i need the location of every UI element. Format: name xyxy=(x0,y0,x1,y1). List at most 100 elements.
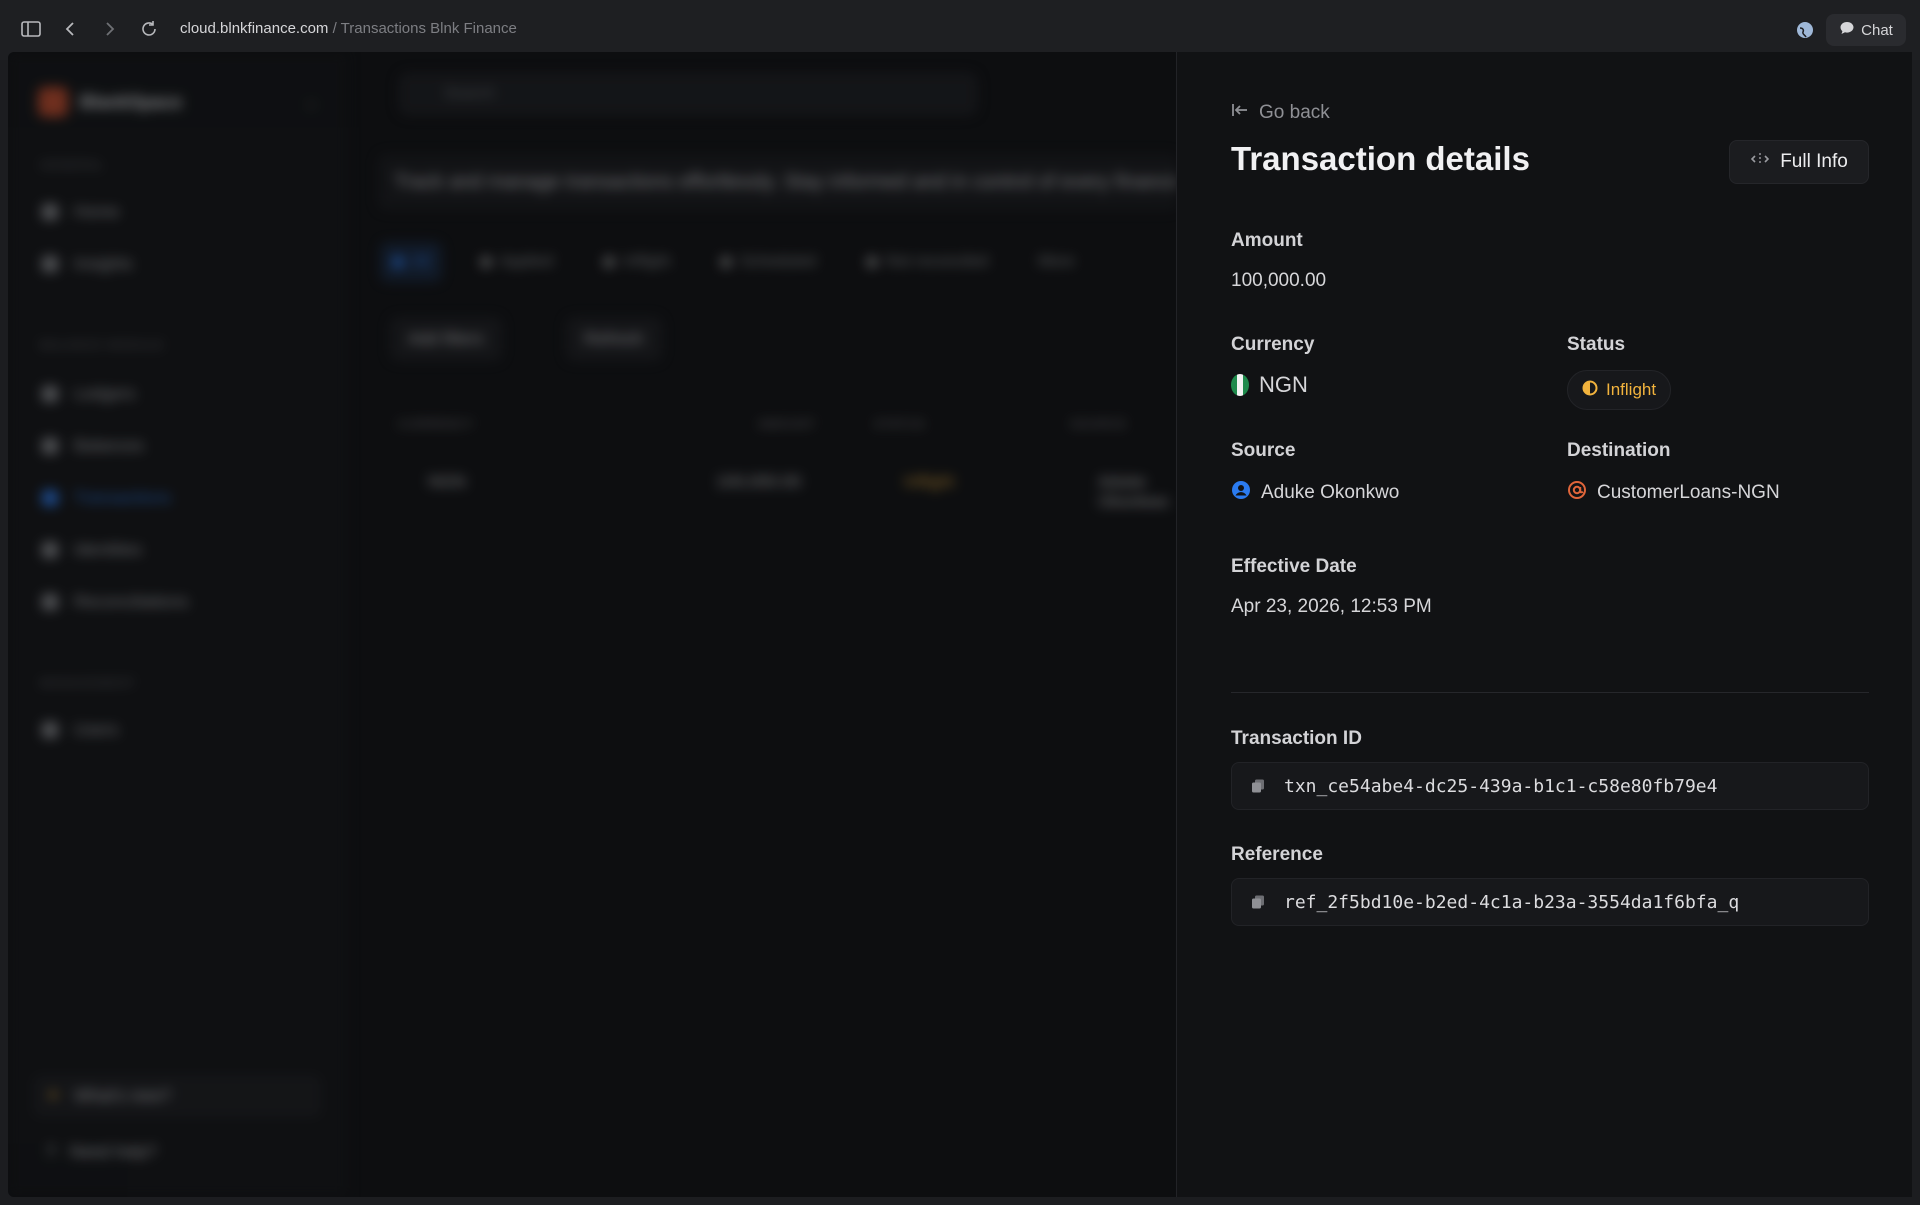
reference-field[interactable]: ref_2f5bd10e-b2ed-4c1a-b23a-3554da1f6bfa… xyxy=(1231,878,1869,926)
transaction-details-panel: Go back Transaction details Full Info Am… xyxy=(1176,52,1912,1197)
search-input[interactable]: Search xyxy=(398,72,978,116)
tab-not-reconciled[interactable]: Not reconciled xyxy=(854,242,1000,282)
column-header-amount: AMOUNT xyxy=(758,417,816,431)
search-placeholder: Search xyxy=(444,85,495,102)
at-sign-icon xyxy=(1567,480,1587,506)
arrow-left-bar-icon xyxy=(1231,102,1249,124)
destination-label: Destination xyxy=(1567,440,1671,461)
workspace-switcher[interactable]: BlankSpace ⌄ xyxy=(38,82,318,122)
balances-icon xyxy=(42,438,58,454)
sidebar-item-home[interactable]: Home xyxy=(42,202,119,222)
add-filters-button[interactable]: Add filters xyxy=(390,317,502,361)
status-label: Status xyxy=(1567,334,1626,355)
reference-label: Reference xyxy=(1231,844,1323,865)
table-row-currency: NGN xyxy=(428,472,466,491)
copy-icon[interactable] xyxy=(1250,778,1266,794)
currency-code: NGN xyxy=(1259,372,1308,397)
section-label-general: GENERAL xyxy=(40,158,105,172)
full-info-label: Full Info xyxy=(1780,151,1848,172)
forward-arrow-icon[interactable] xyxy=(98,18,122,42)
go-back-link[interactable]: Go back xyxy=(1231,102,1330,124)
browser-toolbar: cloud.blnkfinance.com / Transactions Bln… xyxy=(0,0,1920,60)
back-arrow-icon[interactable] xyxy=(60,18,84,42)
source-label: Source xyxy=(1231,440,1296,461)
sidebar-item-balances[interactable]: Balances xyxy=(42,436,144,456)
currency-value: NGN xyxy=(1231,372,1308,398)
sidebar-item-transactions[interactable]: Transactions xyxy=(42,488,171,508)
tab-scheduled[interactable]: Scheduled xyxy=(708,242,828,282)
whats-new-button[interactable]: ✦ What's new? xyxy=(32,1074,322,1118)
user-circle-icon xyxy=(1231,480,1251,506)
amount-value: 100,000.00 xyxy=(1231,270,1327,291)
effective-date-label: Effective Date xyxy=(1231,556,1357,577)
tab-dot-icon xyxy=(603,256,616,268)
insights-icon xyxy=(42,256,58,272)
transactions-main: Search Track and manage transactions eff… xyxy=(358,52,1178,1197)
transactions-icon xyxy=(42,490,58,506)
status-tabs: All Applied Inflight Scheduled Not recon… xyxy=(380,242,1087,282)
tab-dot-icon xyxy=(479,256,492,268)
sidebar-item-users[interactable]: Users xyxy=(42,720,118,740)
transaction-id-value: txn_ce54abe4-dc25-439a-b1c1-c58e80fb79e4 xyxy=(1284,775,1718,797)
ledgers-icon xyxy=(42,386,58,402)
url-path: / Transactions Blnk Finance xyxy=(328,20,517,37)
chat-button[interactable]: Chat xyxy=(1826,14,1906,46)
table-row-status: Inflight xyxy=(904,472,955,491)
expand-arrows-icon xyxy=(1750,151,1770,173)
column-header-status: STATUS xyxy=(874,417,926,431)
sidebar-toggle-icon[interactable] xyxy=(20,18,44,42)
transaction-id-label: Transaction ID xyxy=(1231,728,1362,749)
page-title: Transaction details xyxy=(1231,140,1530,177)
section-label-balance-module: BALANCE MODULE xyxy=(40,338,165,352)
chat-bubble-icon xyxy=(1839,20,1855,40)
nigeria-flag-icon xyxy=(1231,374,1249,396)
currency-label: Currency xyxy=(1231,334,1315,355)
column-header-currency: CURRENCY xyxy=(398,417,475,431)
full-info-button[interactable]: Full Info xyxy=(1729,140,1869,184)
page-description: Track and manage transactions effortless… xyxy=(378,154,1178,210)
url-domain: cloud.blnkfinance.com xyxy=(180,20,329,37)
sidebar-item-insights[interactable]: Insights xyxy=(42,254,133,274)
home-icon xyxy=(42,204,58,220)
sidebar-item-reconciliations[interactable]: Reconciliations xyxy=(42,592,188,612)
destination-name: CustomerLoans-NGN xyxy=(1597,482,1780,503)
destination-value[interactable]: CustomerLoans-NGN xyxy=(1567,480,1780,506)
column-header-source: SOURCE xyxy=(1070,417,1128,431)
effective-date-value: Apr 23, 2026, 12:53 PM xyxy=(1231,596,1432,617)
table-row-amount: 100,000.00 xyxy=(716,472,802,491)
chevron-down-icon: ⌄ xyxy=(304,94,318,111)
half-circle-icon xyxy=(1582,380,1598,401)
status-badge: Inflight xyxy=(1567,370,1672,410)
help-icon: ? xyxy=(46,1142,56,1161)
address-bar[interactable]: cloud.blnkfinance.com / Transactions Bln… xyxy=(180,20,517,37)
workspace-logo xyxy=(38,87,68,117)
workspace-name: BlankSpace xyxy=(80,91,183,112)
need-help-button[interactable]: ? Need help? xyxy=(32,1130,322,1174)
users-icon xyxy=(42,722,58,738)
sidebar-item-identities[interactable]: Identities xyxy=(42,540,142,560)
reference-value: ref_2f5bd10e-b2ed-4c1a-b23a-3554da1f6bfa… xyxy=(1284,891,1740,913)
reconciliations-icon xyxy=(42,594,58,610)
copy-icon[interactable] xyxy=(1250,894,1266,910)
globe-icon[interactable] xyxy=(1794,19,1816,41)
section-divider xyxy=(1231,692,1869,693)
transaction-id-field[interactable]: txn_ce54abe4-dc25-439a-b1c1-c58e80fb79e4 xyxy=(1231,762,1869,810)
go-back-label: Go back xyxy=(1259,102,1330,123)
status-text: Inflight xyxy=(1606,380,1657,399)
sidebar-item-ledgers[interactable]: Ledgers xyxy=(42,384,135,404)
sidebar: BlankSpace ⌄ GENERAL Home Insights BALAN… xyxy=(8,52,348,1197)
source-name: Aduke Okonkwo xyxy=(1261,482,1400,503)
reload-icon[interactable] xyxy=(138,18,162,42)
identities-icon xyxy=(42,542,58,558)
tab-applied[interactable]: Applied xyxy=(468,242,565,282)
tab-more[interactable]: More xyxy=(1026,242,1086,282)
tab-dot-icon xyxy=(720,256,733,268)
tab-all[interactable]: All xyxy=(380,242,442,282)
refresh-button[interactable]: Refresh xyxy=(566,317,662,361)
tab-dot-icon xyxy=(865,256,878,268)
source-value[interactable]: Aduke Okonkwo xyxy=(1231,480,1399,506)
tab-dot-icon xyxy=(392,256,404,268)
tab-inflight[interactable]: Inflight xyxy=(591,242,682,282)
sparkle-icon: ✦ xyxy=(46,1086,61,1105)
amount-label: Amount xyxy=(1231,230,1303,251)
